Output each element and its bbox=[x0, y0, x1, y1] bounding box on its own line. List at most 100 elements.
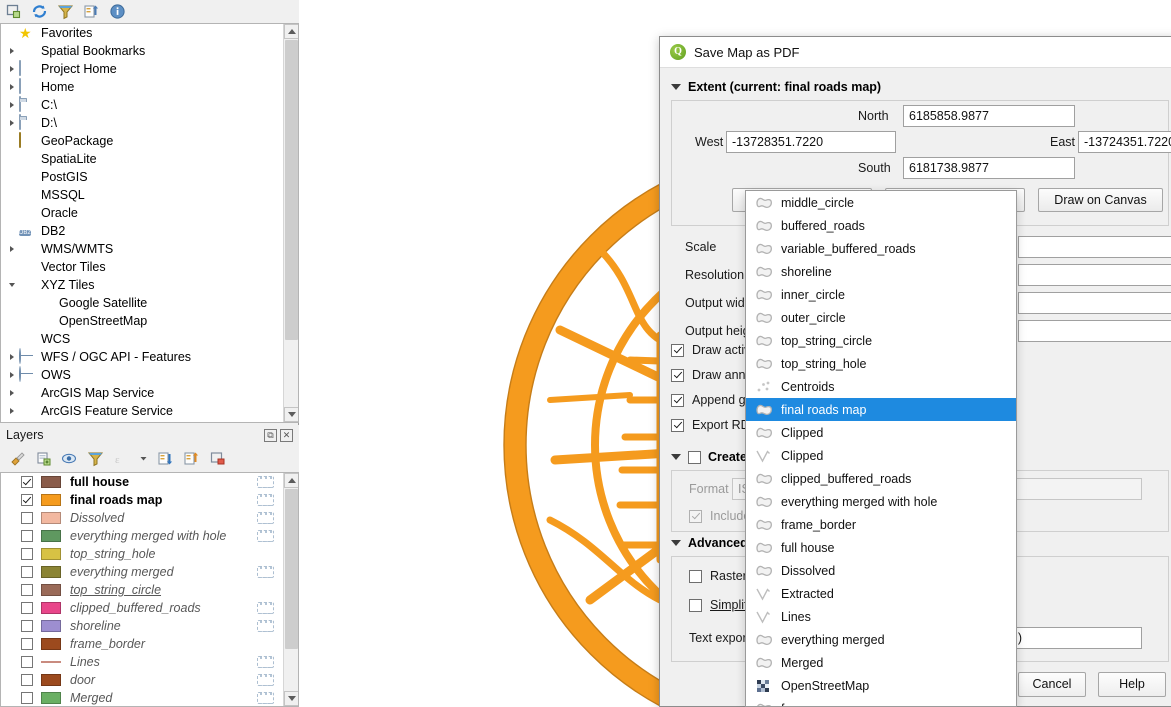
create-geospatial-pdf-checkbox[interactable] bbox=[688, 451, 701, 464]
tree-expander-collapsed-icon[interactable] bbox=[5, 386, 19, 400]
dropdown-item[interactable]: OpenStreetMap bbox=[746, 674, 1016, 697]
browser-item-postgis[interactable]: PostGIS bbox=[1, 168, 298, 186]
browser-item-arcgis-map-service[interactable]: ArcGIS Map Service bbox=[1, 384, 298, 402]
dropdown-item[interactable]: Clipped bbox=[746, 444, 1016, 467]
layer-visibility-checkbox[interactable] bbox=[21, 476, 33, 488]
manage-map-themes-icon[interactable] bbox=[61, 450, 78, 467]
layer-row[interactable]: everything merged with hole bbox=[1, 527, 298, 545]
browser-item-c[interactable]: C:\ bbox=[1, 96, 298, 114]
dropdown-item[interactable]: middle_circle bbox=[746, 191, 1016, 214]
append-georeference-checkbox[interactable] bbox=[671, 394, 684, 407]
browser-item-spatialite[interactable]: SpatiaLite bbox=[1, 150, 298, 168]
dropdown-item[interactable]: outer_circle bbox=[746, 306, 1016, 329]
layers-scroll-down-button[interactable] bbox=[284, 691, 299, 706]
dropdown-item[interactable]: Clipped bbox=[746, 421, 1016, 444]
layer-row[interactable]: Dissolved bbox=[1, 509, 298, 527]
float-panel-button[interactable]: ⧉ bbox=[264, 429, 277, 442]
simplify-geometries-checkbox[interactable] bbox=[689, 599, 702, 612]
layer-visibility-checkbox[interactable] bbox=[21, 692, 33, 704]
expand-all-icon[interactable] bbox=[157, 450, 174, 467]
browser-item-spatial-bookmarks[interactable]: Spatial Bookmarks bbox=[1, 42, 298, 60]
tree-expander-collapsed-icon[interactable] bbox=[5, 62, 19, 76]
layers-scroll-thumb[interactable] bbox=[285, 489, 298, 649]
filter-icon[interactable] bbox=[57, 3, 74, 20]
dropdown-item[interactable]: buffered_roads bbox=[746, 214, 1016, 237]
layer-visibility-checkbox[interactable] bbox=[21, 674, 33, 686]
scroll-thumb[interactable] bbox=[285, 40, 298, 340]
draw-on-canvas-button[interactable]: Draw on Canvas bbox=[1038, 188, 1163, 212]
browser-item-d[interactable]: D:\ bbox=[1, 114, 298, 132]
collapse-triangle-icon[interactable] bbox=[671, 540, 681, 546]
dropdown-item[interactable]: Merged bbox=[746, 651, 1016, 674]
tree-expander-collapsed-icon[interactable] bbox=[5, 116, 19, 130]
layer-visibility-checkbox[interactable] bbox=[21, 566, 33, 578]
add-layer-icon[interactable] bbox=[5, 3, 22, 20]
dropdown-item[interactable]: Dissolved bbox=[746, 559, 1016, 582]
export-rdf-checkbox[interactable] bbox=[671, 419, 684, 432]
browser-item-google-satellite[interactable]: Google Satellite bbox=[1, 294, 298, 312]
layer-row[interactable]: Lines bbox=[1, 653, 298, 671]
browser-item-ows[interactable]: OWS bbox=[1, 366, 298, 384]
browser-item-wms-wmts[interactable]: WMS/WMTS bbox=[1, 240, 298, 258]
dropdown-item[interactable]: Lines bbox=[746, 605, 1016, 628]
browser-item-wfs-ogc-api-features[interactable]: WFS / OGC API - Features bbox=[1, 348, 298, 366]
layer-visibility-checkbox[interactable] bbox=[21, 512, 33, 524]
output-height-input[interactable] bbox=[1018, 320, 1171, 342]
scale-input[interactable] bbox=[1018, 236, 1171, 258]
close-panel-button[interactable]: ✕ bbox=[280, 429, 293, 442]
dropdown-item[interactable]: Centroids bbox=[746, 375, 1016, 398]
layer-row[interactable]: frame_border bbox=[1, 635, 298, 653]
layer-visibility-checkbox[interactable] bbox=[21, 584, 33, 596]
tree-expander-collapsed-icon[interactable] bbox=[5, 98, 19, 112]
dropdown-item[interactable]: variable_buffered_roads bbox=[746, 237, 1016, 260]
layer-visibility-checkbox[interactable] bbox=[21, 548, 33, 560]
layer-visibility-checkbox[interactable] bbox=[21, 638, 33, 650]
west-input[interactable]: -13728351.7220 bbox=[726, 131, 896, 153]
cancel-button[interactable]: Cancel bbox=[1018, 672, 1086, 697]
scroll-down-button[interactable] bbox=[284, 407, 299, 422]
tree-expander-collapsed-icon[interactable] bbox=[5, 350, 19, 364]
collapse-all-icon[interactable] bbox=[183, 450, 200, 467]
dropdown-item[interactable]: top_string_circle bbox=[746, 329, 1016, 352]
tree-expander-collapsed-icon[interactable] bbox=[5, 242, 19, 256]
dropdown-item[interactable]: frame_border bbox=[746, 513, 1016, 536]
layer-visibility-checkbox[interactable] bbox=[21, 620, 33, 632]
browser-item-oracle[interactable]: Oracle bbox=[1, 204, 298, 222]
extent-group-header[interactable]: Extent (current: final roads map) bbox=[671, 80, 1169, 94]
dropdown-item[interactable]: shoreline bbox=[746, 260, 1016, 283]
browser-item-arcgis-feature-service[interactable]: ArcGIS Feature Service bbox=[1, 402, 298, 420]
browser-item-vector-tiles[interactable]: Vector Tiles bbox=[1, 258, 298, 276]
layer-visibility-checkbox[interactable] bbox=[21, 494, 33, 506]
dropdown-item[interactable]: top_string_hole bbox=[746, 352, 1016, 375]
scroll-up-button[interactable] bbox=[284, 24, 299, 39]
layers-scrollbar[interactable] bbox=[283, 473, 298, 706]
south-input[interactable]: 6181738.9877 bbox=[903, 157, 1075, 179]
remove-layer-icon[interactable] bbox=[209, 450, 226, 467]
browser-item-home[interactable]: Home bbox=[1, 78, 298, 96]
layer-visibility-checkbox[interactable] bbox=[21, 656, 33, 668]
north-input[interactable]: 6185858.9877 bbox=[903, 105, 1075, 127]
layer-row[interactable]: Merged bbox=[1, 689, 298, 707]
tree-expander-collapsed-icon[interactable] bbox=[5, 368, 19, 382]
dropdown-item[interactable]: final roads map bbox=[746, 398, 1016, 421]
browser-item-project-home[interactable]: Project Home bbox=[1, 60, 298, 78]
layer-row[interactable]: shoreline bbox=[1, 617, 298, 635]
browser-item-geopackage[interactable]: GeoPackage bbox=[1, 132, 298, 150]
layer-row[interactable]: everything merged bbox=[1, 563, 298, 581]
layer-row[interactable]: top_string_hole bbox=[1, 545, 298, 563]
dropdown-item[interactable]: inner_circle bbox=[746, 283, 1016, 306]
tree-expander-collapsed-icon[interactable] bbox=[5, 404, 19, 418]
dropdown-item[interactable]: everything merged with hole bbox=[746, 490, 1016, 513]
east-input[interactable]: -13724351.7220 bbox=[1078, 131, 1171, 153]
layer-row[interactable]: top_string_circle bbox=[1, 581, 298, 599]
layers-scroll-up-button[interactable] bbox=[284, 473, 299, 488]
draw-active-decorations-checkbox[interactable] bbox=[671, 344, 684, 357]
layers-tree[interactable]: full housefinal roads mapDissolvedeveryt… bbox=[0, 472, 299, 707]
layer-row[interactable]: full house bbox=[1, 473, 298, 491]
resolution-input[interactable] bbox=[1018, 264, 1171, 286]
dropdown-item[interactable]: everything merged bbox=[746, 628, 1016, 651]
chevron-down-icon[interactable] bbox=[139, 450, 148, 467]
rasterize-map-checkbox[interactable] bbox=[689, 570, 702, 583]
filter-legend-icon[interactable] bbox=[87, 450, 104, 467]
browser-item-mssql[interactable]: MSSQL bbox=[1, 186, 298, 204]
